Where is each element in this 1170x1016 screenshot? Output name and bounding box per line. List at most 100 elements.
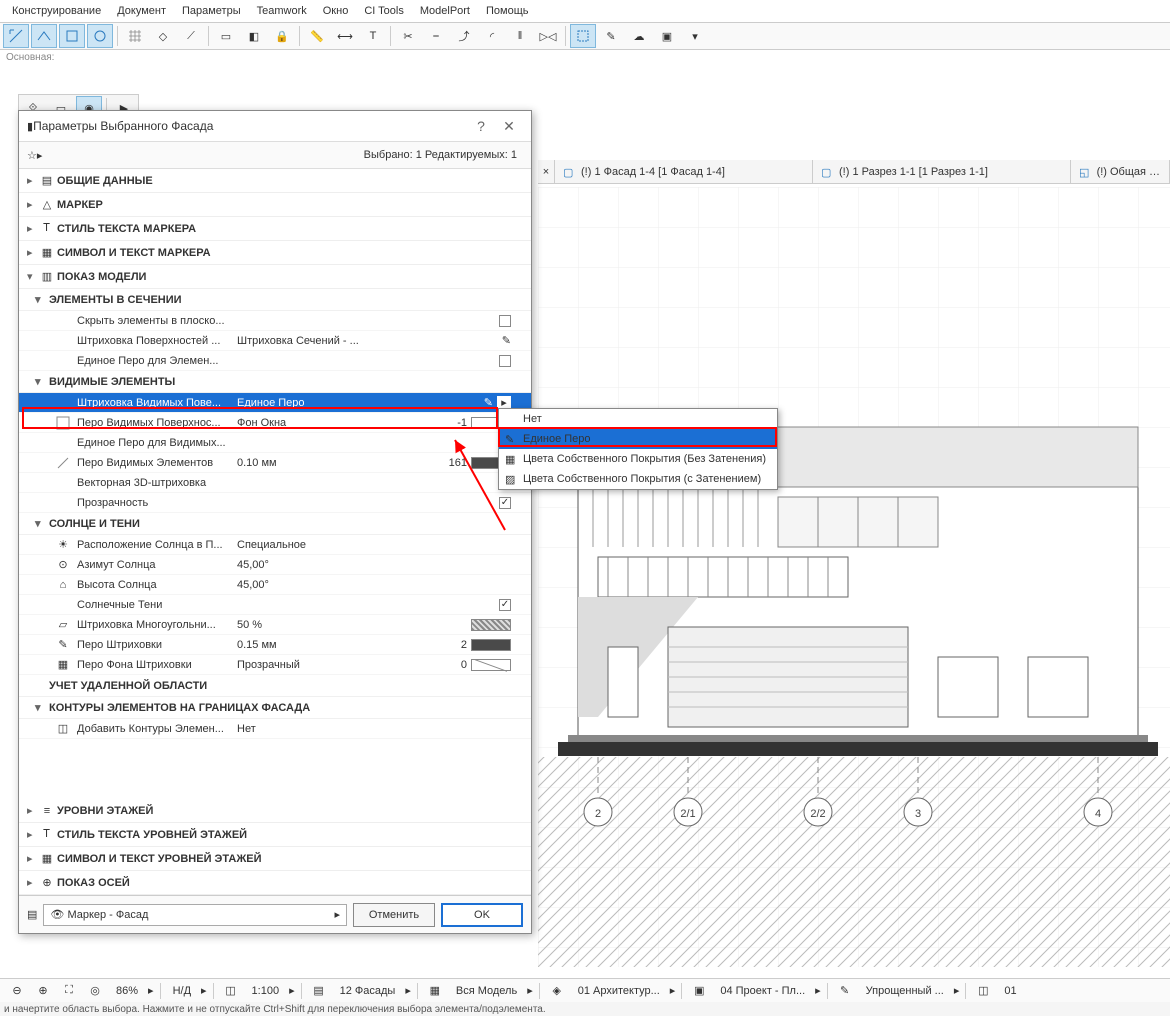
menu-teamwork[interactable]: Teamwork: [249, 5, 315, 17]
row-hatch-pen[interactable]: ✎Перо Штриховки0.15 мм2: [19, 635, 531, 655]
zoom-in-icon[interactable]: ⊕: [32, 981, 54, 1001]
model-value[interactable]: Вся Модель: [450, 985, 523, 997]
tool-extend[interactable]: ⤴: [451, 24, 477, 48]
menu-help[interactable]: Помощь: [478, 5, 537, 17]
section-general[interactable]: ▸▤ОБЩИЕ ДАННЫЕ: [19, 169, 531, 193]
hide-cut-checkbox[interactable]: [499, 315, 511, 327]
tool-mirror[interactable]: ▷◁: [535, 24, 561, 48]
tool-dropdown[interactable]: ▾: [682, 24, 708, 48]
menu-modelport[interactable]: ModelPort: [412, 5, 478, 17]
tool-1[interactable]: [3, 24, 29, 48]
tool-3[interactable]: [59, 24, 85, 48]
menu-citools[interactable]: CI Tools: [356, 5, 412, 17]
scale-value[interactable]: 1:100: [246, 985, 286, 997]
row-azimuth[interactable]: ⊙Азимут Солнца45,00°: [19, 555, 531, 575]
row-vis-surf-pen[interactable]: Перо Видимых Поверхнос...Фон Окна-1: [19, 413, 531, 433]
tool-edit[interactable]: ✎: [598, 24, 624, 48]
zoom-value[interactable]: 86%: [110, 985, 144, 997]
nav-value[interactable]: 12 Фасады: [334, 985, 402, 997]
tool-2[interactable]: [31, 24, 57, 48]
tool-cloud[interactable]: ☁: [626, 24, 652, 48]
zoom-out-icon[interactable]: ⊖: [6, 981, 28, 1001]
tool-snap[interactable]: ◇: [150, 24, 176, 48]
tool-text[interactable]: T: [360, 24, 386, 48]
section-floor-text[interactable]: ▸ᎢСТИЛЬ ТЕКСТА УРОВНЕЙ ЭТАЖЕЙ: [19, 823, 531, 847]
tool-lock[interactable]: 🔒: [269, 24, 295, 48]
row-uniform-vis[interactable]: Единое Перо для Видимых...: [19, 433, 531, 453]
row-vec3d[interactable]: Векторная 3D-штриховка: [19, 473, 531, 493]
row-poly-hatch[interactable]: ▱Штриховка Многоугольни...50 %: [19, 615, 531, 635]
popup-none[interactable]: Нет: [499, 409, 777, 429]
tool-3d[interactable]: ▣: [654, 24, 680, 48]
section-axes[interactable]: ▸⊕ПОКАЗ ОСЕЙ: [19, 871, 531, 895]
row-add-contours[interactable]: ◫Добавить Контуры Элемен...Нет: [19, 719, 531, 739]
menu-document[interactable]: Документ: [109, 5, 174, 17]
row-visible-hatch[interactable]: Штриховка Видимых Пове...Единое Перо✎▸: [19, 393, 531, 413]
help-button[interactable]: ?: [467, 118, 495, 134]
transp-checkbox[interactable]: [499, 497, 511, 509]
last-value[interactable]: 01: [998, 985, 1022, 997]
tab-facade[interactable]: ▢(!) 1 Фасад 1-4 [1 Фасад 1-4]: [555, 160, 813, 184]
row-transparency[interactable]: Прозрачность: [19, 493, 531, 513]
cancel-button[interactable]: Отменить: [353, 903, 435, 927]
tool-cut[interactable]: ✂: [395, 24, 421, 48]
group-cut[interactable]: ▾ЭЛЕМЕНТЫ В СЕЧЕНИИ: [19, 289, 531, 311]
tool-paste[interactable]: ◧: [241, 24, 267, 48]
group-boundary[interactable]: ▾КОНТУРЫ ЭЛЕМЕНТОВ НА ГРАНИЦАХ ФАСАДА: [19, 697, 531, 719]
tool-copy[interactable]: ▭: [213, 24, 239, 48]
tool-offset[interactable]: ‖: [507, 24, 533, 48]
hatch-pen-swatch[interactable]: [471, 639, 511, 651]
row-surf-hatch[interactable]: Штриховка Поверхностей ...Штриховка Сече…: [19, 331, 531, 351]
text-style-icon: Ꭲ: [37, 828, 57, 841]
tool-4[interactable]: [87, 24, 113, 48]
section-floor-levels[interactable]: ▸≡УРОВНИ ЭТАЖЕЙ: [19, 799, 531, 823]
section-marker-text[interactable]: ▸ᎢСТИЛЬ ТЕКСТА МАРКЕРА: [19, 217, 531, 241]
layer-value[interactable]: 01 Архитектур...: [572, 985, 666, 997]
mvo-value[interactable]: 04 Проект - Пл...: [714, 985, 811, 997]
row-sun-pos[interactable]: ☀Расположение Солнца в П...Специальное: [19, 535, 531, 555]
menu-konstr[interactable]: Конструирование: [4, 5, 109, 17]
row-vis-elem-pen[interactable]: Перо Видимых Элементов0.10 мм161: [19, 453, 531, 473]
section-marker[interactable]: ▸△МАРКЕР: [19, 193, 531, 217]
surf-hatch-swatch-icon[interactable]: ✎: [431, 334, 511, 347]
nd-value[interactable]: Н/Д: [167, 985, 197, 997]
section-floor-symbol[interactable]: ▸▦СИМВОЛ И ТЕКСТ УРОВНЕЙ ЭТАЖЕЙ: [19, 847, 531, 871]
close-button[interactable]: ✕: [495, 118, 523, 135]
popup-own-noshade[interactable]: ▦Цвета Собственного Покрытия (Без Затене…: [499, 449, 777, 469]
favorites-button[interactable]: ☆▸: [27, 149, 47, 162]
row-hide-cut[interactable]: Скрыть элементы в плоско...: [19, 311, 531, 331]
tool-measure[interactable]: 📏: [304, 24, 330, 48]
tool-guide[interactable]: ⟋: [178, 24, 204, 48]
row-altitude[interactable]: ⌂Высота Солнца45,00°: [19, 575, 531, 595]
section-model-display[interactable]: ▾▥ПОКАЗ МОДЕЛИ: [19, 265, 531, 289]
section-marker-symbol[interactable]: ▸▦СИМВОЛ И ТЕКСТ МАРКЕРА: [19, 241, 531, 265]
tool-grid[interactable]: [122, 24, 148, 48]
tool-dim[interactable]: ⟷: [332, 24, 358, 48]
tab-perspective[interactable]: ◱(!) Общая Пе: [1071, 160, 1170, 184]
hatch-bg-swatch[interactable]: [471, 659, 511, 671]
zoom-prev-icon[interactable]: ◎: [84, 981, 106, 1001]
menu-params[interactable]: Параметры: [174, 5, 249, 17]
popup-own-shade[interactable]: ▨Цвета Собственного Покрытия (с Затенени…: [499, 469, 777, 489]
zoom-fit-icon[interactable]: ⛶: [58, 981, 80, 1001]
group-visible[interactable]: ▾ВИДИМЫЕ ЭЛЕМЕНТЫ: [19, 371, 531, 393]
tool-trim[interactable]: ⎯: [423, 24, 449, 48]
row-uniform-cut[interactable]: Единое Перо для Элемен...: [19, 351, 531, 371]
ok-button[interactable]: OK: [441, 903, 523, 927]
tab-section[interactable]: ▢(!) 1 Разрез 1-1 [1 Разрез 1-1]: [813, 160, 1071, 184]
tool-marquee[interactable]: [570, 24, 596, 48]
popup-uniform[interactable]: ✎Единое Перо: [499, 429, 777, 449]
poly-hatch-swatch[interactable]: [471, 619, 511, 631]
penset-value[interactable]: Упрощенный ...: [860, 985, 950, 997]
uniform-cut-checkbox[interactable]: [499, 355, 511, 367]
tool-fillet[interactable]: ◜: [479, 24, 505, 48]
group-sun[interactable]: ▾СОЛНЦЕ И ТЕНИ: [19, 513, 531, 535]
group-removed[interactable]: УЧЕТ УДАЛЕННОЙ ОБЛАСТИ: [19, 675, 531, 697]
row-hatch-bg[interactable]: ▦Перо Фона ШтриховкиПрозрачный0: [19, 655, 531, 675]
menu-window[interactable]: Окно: [315, 5, 357, 17]
tab-close[interactable]: ×: [538, 160, 555, 184]
shadows-checkbox[interactable]: [499, 599, 511, 611]
row-sun-shadows[interactable]: Солнечные Тени: [19, 595, 531, 615]
layer-combo[interactable]: 👁 Маркер - Фасад▸: [43, 904, 347, 926]
drawing-canvas[interactable]: 2 2/1 2/2 3 4: [538, 184, 1170, 970]
